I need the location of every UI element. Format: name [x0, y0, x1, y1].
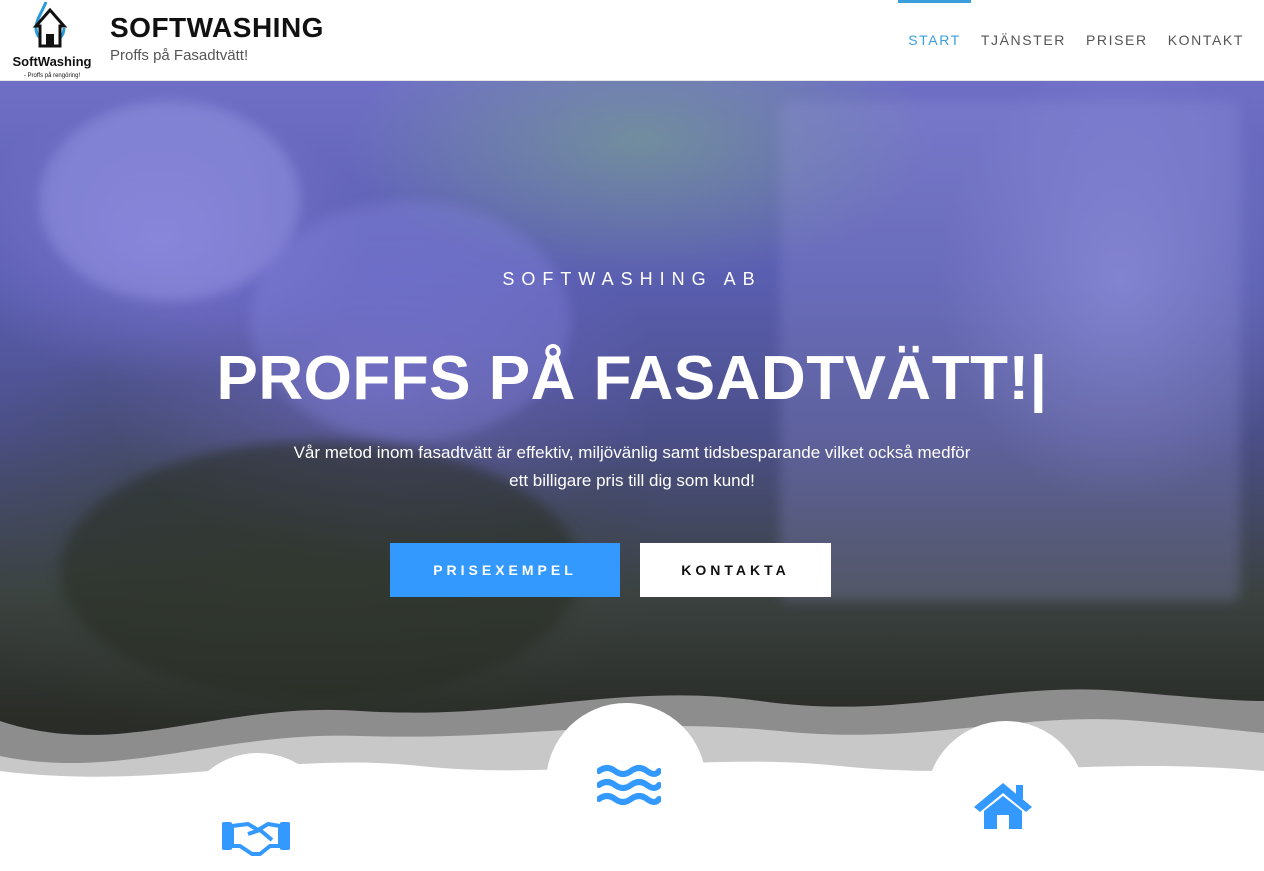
nav-item-start[interactable]: START	[898, 0, 971, 80]
nav-item-priser[interactable]: PRISER	[1076, 0, 1158, 80]
kontakta-button[interactable]: KONTAKTA	[640, 543, 831, 597]
logo-wordmark: SoftWashing	[13, 54, 92, 69]
hero-section: SOFTWASHING AB PROFFS PÅ FASADTVÄTT!| Vå…	[0, 81, 1264, 871]
nav-item-tjanster[interactable]: TJÄNSTER	[971, 0, 1076, 80]
house-icon	[974, 783, 1032, 829]
prisexempel-button[interactable]: PRISEXEMPEL	[390, 543, 620, 597]
logo-subtext: - Proffs på rengöring!	[24, 72, 81, 79]
site-header: SoftWashing - Proffs på rengöring! SOFTW…	[0, 0, 1264, 81]
site-tagline: Proffs på Fasadtvätt!	[110, 47, 249, 64]
hero-eyebrow: SOFTWASHING AB	[502, 269, 762, 289]
nav-item-kontakt[interactable]: KONTAKT	[1158, 0, 1254, 80]
main-nav: START TJÄNSTER PRISER KONTAKT	[898, 0, 1254, 80]
hero-title: PROFFS PÅ FASADTVÄTT!|	[216, 344, 1048, 413]
site-title[interactable]: SOFTWASHING	[110, 12, 324, 44]
water-waves-icon	[597, 765, 661, 805]
handshake-icon	[222, 822, 290, 856]
site-logo[interactable]: SoftWashing - Proffs på rengöring!	[6, 0, 98, 80]
hero-description: Vår metod inom fasadtvätt är effektiv, m…	[293, 443, 971, 490]
